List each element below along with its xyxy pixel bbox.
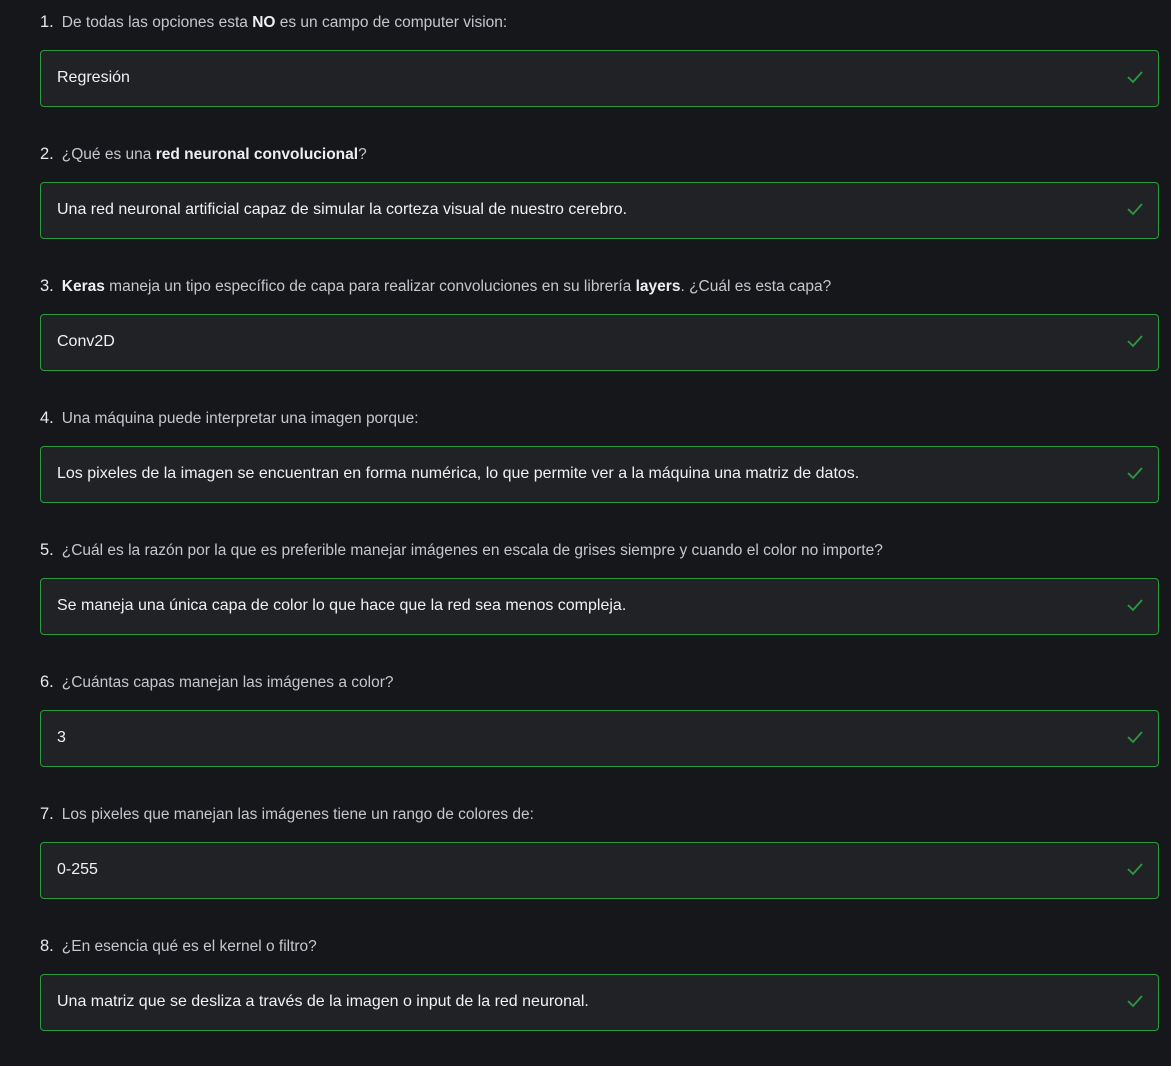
question-fragment: ¿Cuántas capas manejan las imágenes a co… (61, 674, 394, 691)
check-icon (1127, 863, 1143, 876)
question-fragment: ¿Cuál es la razón por la que es preferib… (61, 542, 883, 559)
question-fragment: ? (358, 146, 367, 163)
question-fragment: De todas las opciones esta (61, 14, 253, 31)
question-fragment: ¿En esencia qué es el kernel o filtro? (61, 938, 317, 955)
question-text: 1. De todas las opciones esta NO es un ca… (40, 13, 507, 32)
question-number: 7. (40, 805, 54, 823)
question-item: 8. ¿En esencia qué es el kernel o filtro?… (0, 934, 1171, 1066)
question-emphasis: Keras (61, 278, 105, 295)
check-icon (1127, 335, 1143, 348)
answer-option-selected[interactable]: Conv2D (40, 314, 1159, 371)
answer-text: Conv2D (57, 333, 115, 350)
answer-option-selected[interactable]: Los pixeles de la imagen se encuentran e… (40, 446, 1159, 503)
question-item: 4. Una máquina puede interpretar una imag… (0, 406, 1171, 538)
question-item: 6. ¿Cuántas capas manejan las imágenes a … (0, 670, 1171, 802)
answer-option-selected[interactable]: Una matriz que se desliza a través de la… (40, 974, 1159, 1031)
question-text: 5. ¿Cuál es la razón por la que es prefer… (40, 541, 883, 560)
question-item: 7. Los pixeles que manejan las imágenes t… (0, 802, 1171, 934)
question-number: 1. (40, 13, 54, 31)
check-icon (1127, 599, 1143, 612)
question-item: 2. ¿Qué es una red neuronal convolucional… (0, 142, 1171, 274)
question-fragment: Una máquina puede interpretar una imagen… (61, 410, 419, 427)
question-fragment: . ¿Cuál es esta capa? (680, 278, 832, 295)
answer-text: 0-255 (57, 861, 98, 878)
answer-option-selected[interactable]: Una red neuronal artificial capaz de sim… (40, 182, 1159, 239)
question-number: 6. (40, 673, 54, 691)
answer-text: Regresión (57, 69, 130, 86)
answer-text: Una red neuronal artificial capaz de sim… (57, 201, 628, 218)
question-emphasis: NO (252, 14, 276, 31)
check-icon (1127, 467, 1143, 480)
answer-text: Los pixeles de la imagen se encuentran e… (57, 465, 860, 482)
question-number: 4. (40, 409, 54, 427)
question-number: 8. (40, 937, 54, 955)
question-number: 3. (40, 277, 54, 295)
question-text: 2. ¿Qué es una red neuronal convolucional… (40, 145, 367, 164)
question-fragment: ¿Qué es una (61, 146, 156, 163)
question-text: 8. ¿En esencia qué es el kernel o filtro? (40, 937, 317, 956)
answer-option-selected[interactable]: 0-255 (40, 842, 1159, 899)
question-item: 3. Keras maneja un tipo específico de cap… (0, 274, 1171, 406)
answer-option-selected[interactable]: 3 (40, 710, 1159, 767)
question-item: 1. De todas las opciones esta NO es un ca… (0, 10, 1171, 142)
answer-text: Se maneja una única capa de color lo que… (57, 597, 627, 614)
answer-option-selected[interactable]: Se maneja una única capa de color lo que… (40, 578, 1159, 635)
check-icon (1127, 203, 1143, 216)
question-number: 2. (40, 145, 54, 163)
question-text: 3. Keras maneja un tipo específico de cap… (40, 277, 831, 296)
question-item: 5. ¿Cuál es la razón por la que es prefer… (0, 538, 1171, 670)
question-emphasis: layers (635, 278, 681, 295)
check-icon (1127, 71, 1143, 84)
answer-text: Una matriz que se desliza a través de la… (57, 993, 589, 1010)
question-fragment: Los pixeles que manejan las imágenes tie… (61, 806, 534, 823)
check-icon (1127, 995, 1143, 1008)
question-text: 6. ¿Cuántas capas manejan las imágenes a … (40, 673, 393, 692)
question-text: 4. Una máquina puede interpretar una imag… (40, 409, 419, 428)
answer-text: 3 (57, 729, 66, 746)
question-emphasis: red neuronal convolucional (155, 146, 359, 163)
question-text: 7. Los pixeles que manejan las imágenes t… (40, 805, 534, 824)
question-number: 5. (40, 541, 54, 559)
answer-option-selected[interactable]: Regresión (40, 50, 1159, 107)
question-fragment: maneja un tipo específico de capa para r… (104, 278, 636, 295)
question-fragment: es un campo de computer vision: (275, 14, 508, 31)
check-icon (1127, 731, 1143, 744)
